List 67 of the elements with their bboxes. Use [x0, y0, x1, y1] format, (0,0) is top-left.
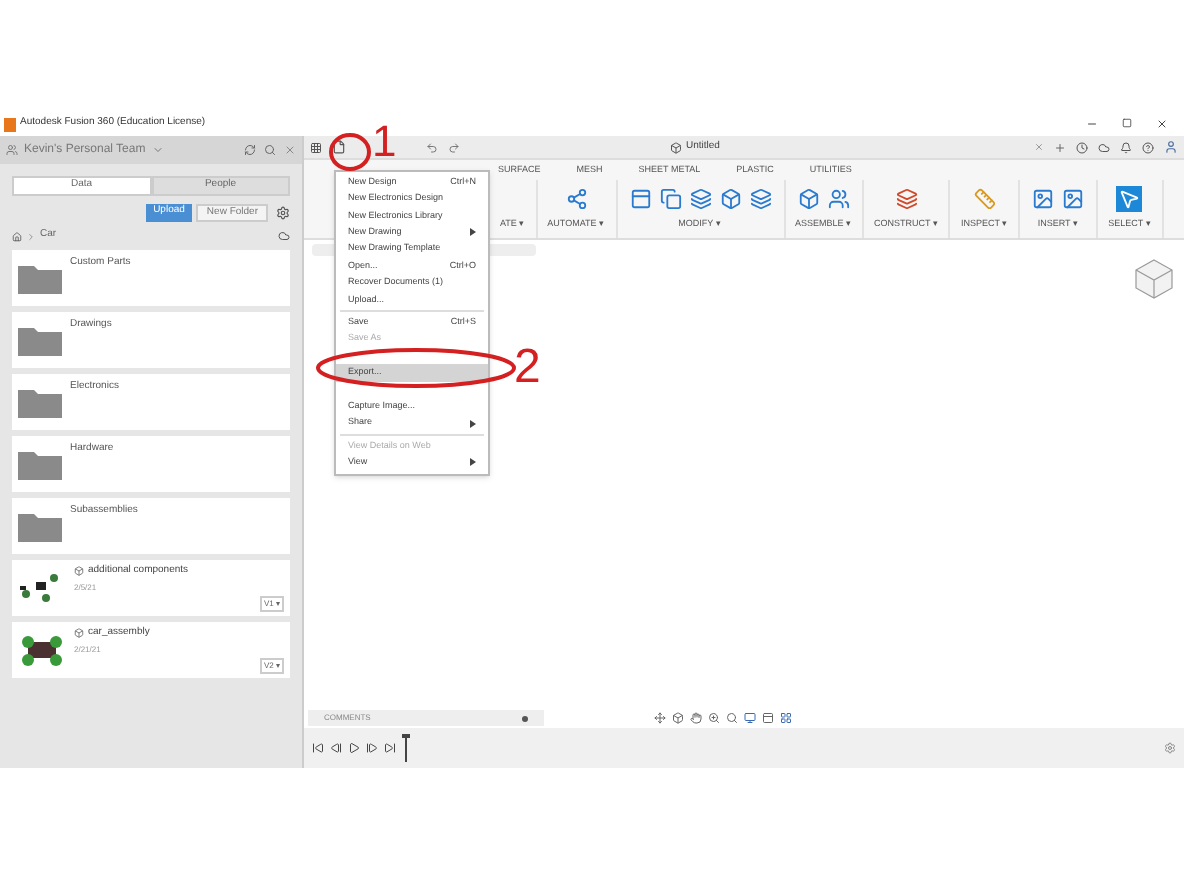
first-frame-icon[interactable] [312, 742, 324, 754]
play-icon[interactable] [348, 742, 360, 754]
tool-icon[interactable] [1116, 186, 1143, 213]
pan-icon[interactable] [690, 712, 702, 724]
grid-menu-icon[interactable] [310, 141, 322, 153]
tool-icon[interactable] [825, 186, 852, 213]
tool-icon[interactable] [627, 186, 654, 213]
undo-icon[interactable] [426, 141, 438, 153]
timeline-settings-icon[interactable] [1164, 742, 1176, 754]
folder-icon [18, 262, 62, 294]
tool-icon[interactable] [717, 186, 744, 213]
design-icon [74, 566, 84, 577]
display-settings-icon[interactable] [744, 712, 756, 724]
job-status-icon[interactable] [1076, 141, 1088, 153]
close-icon[interactable] [1156, 118, 1168, 130]
folder-icon [18, 448, 62, 480]
minimize-icon[interactable] [1086, 118, 1098, 130]
folder-icon [18, 324, 62, 356]
annotation-number: 1 [372, 120, 397, 164]
profile-avatar-icon[interactable] [1164, 140, 1178, 154]
submenu-arrow-icon [470, 419, 476, 428]
tool-icon[interactable] [747, 186, 774, 213]
last-frame-icon[interactable] [384, 742, 396, 754]
next-frame-icon[interactable] [366, 742, 378, 754]
settings-icon[interactable] [276, 205, 290, 219]
zoom-icon[interactable] [708, 712, 720, 724]
comments-toggle-icon[interactable] [522, 715, 528, 721]
zoom-window-icon[interactable] [726, 712, 738, 724]
design-icon [74, 628, 84, 639]
submenu-arrow-icon [470, 458, 476, 467]
tool-icon[interactable] [893, 186, 920, 213]
viewports-icon[interactable] [780, 712, 792, 724]
chevron-right-icon [26, 231, 36, 241]
team-icon [6, 144, 18, 156]
tool-icon[interactable] [1030, 186, 1057, 213]
folder-icon [18, 510, 62, 542]
tool-icon[interactable] [795, 186, 822, 213]
view-cube-icon[interactable] [1132, 256, 1176, 300]
tool-icon[interactable] [657, 186, 684, 213]
redo-icon[interactable] [448, 141, 460, 153]
annotation-circle [328, 132, 372, 172]
look-at-icon[interactable] [672, 712, 684, 724]
home-icon[interactable] [12, 231, 22, 241]
annotation-number: 2 [514, 344, 541, 392]
previous-frame-icon[interactable] [330, 742, 342, 754]
timeline-marker-icon[interactable] [402, 734, 410, 762]
grid-snaps-icon[interactable] [762, 712, 774, 724]
app-logo-icon [4, 117, 16, 131]
search-icon[interactable] [264, 144, 276, 156]
cloud-icon[interactable] [1098, 141, 1110, 153]
tool-icon[interactable] [1060, 186, 1087, 213]
model-thumbnail [18, 632, 66, 668]
tool-icon[interactable] [687, 186, 714, 213]
file-icon[interactable] [332, 140, 346, 154]
chevron-down-icon [151, 144, 164, 156]
orbit-icon[interactable] [654, 712, 666, 724]
refresh-icon[interactable] [244, 144, 256, 156]
cloud-icon [278, 230, 290, 242]
folder-icon [18, 386, 62, 418]
document-icon [670, 141, 682, 153]
notification-icon[interactable] [1120, 141, 1132, 153]
new-tab-icon[interactable] [1054, 141, 1066, 153]
maximize-icon[interactable] [1122, 118, 1132, 128]
help-icon[interactable] [1142, 141, 1154, 153]
tool-icon[interactable] [971, 186, 998, 213]
tool-icon[interactable] [563, 186, 590, 213]
submenu-arrow-icon [470, 228, 476, 237]
